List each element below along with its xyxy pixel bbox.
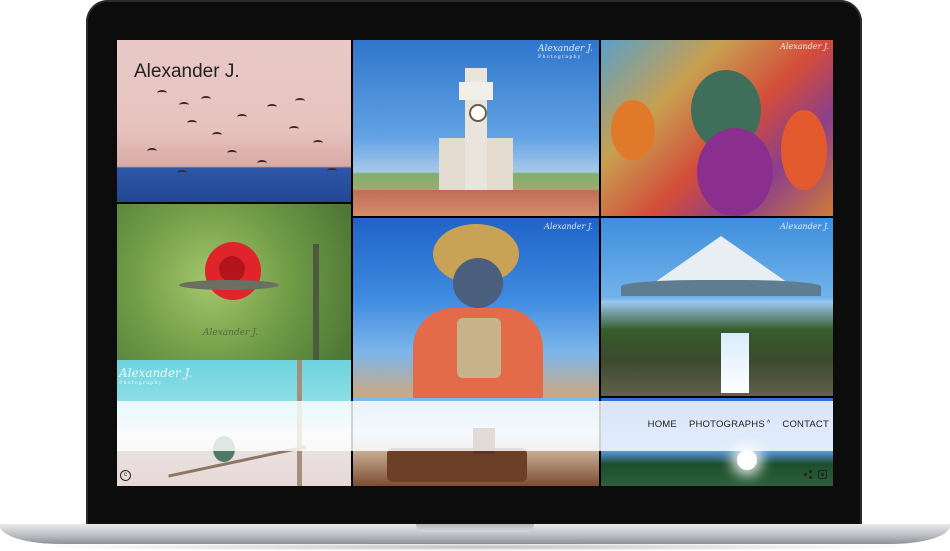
- instagram-icon[interactable]: [818, 470, 827, 479]
- main-nav: HOME PHOTOGRAPHS ^ CONTACT: [648, 419, 829, 430]
- photo-watermark: Alexander J. Photography: [119, 366, 193, 386]
- gallery-photo-osorno-volcano[interactable]: Alexander J.: [601, 218, 833, 396]
- photo-watermark: Alexander J.: [544, 222, 593, 231]
- nav-photographs[interactable]: PHOTOGRAPHS ^: [689, 419, 770, 430]
- site-title[interactable]: Alexander J.: [134, 61, 240, 83]
- gallery-photo-clock-tower[interactable]: Alexander J. Photography: [353, 40, 599, 216]
- gallery-photo-diablada-dancer[interactable]: Alexander J.: [353, 218, 599, 398]
- social-links: [804, 470, 827, 479]
- nav-contact[interactable]: CONTACT: [782, 419, 829, 430]
- laptop-shadow: [30, 543, 920, 551]
- photo-watermark: Alexander J.: [203, 328, 258, 338]
- share-icon[interactable]: [804, 470, 812, 479]
- navigation-bar: HOME PHOTOGRAPHS ^ CONTACT: [117, 401, 833, 451]
- chevron-up-icon: ^: [766, 420, 771, 427]
- gallery-photo-festival-mask[interactable]: Alexander J.: [601, 40, 833, 216]
- laptop-notch: [416, 524, 534, 532]
- clock-face: [469, 104, 487, 122]
- laptop-screen: Alexander J. Photography Alexander J. Ale…: [117, 40, 833, 486]
- photo-watermark: Alexander J.: [780, 222, 829, 231]
- photo-watermark: Alexander J. Photography: [538, 44, 593, 60]
- nav-home[interactable]: HOME: [648, 419, 677, 430]
- copyright-icon: c: [120, 470, 131, 481]
- nav-photographs-label: PHOTOGRAPHS: [688, 419, 765, 430]
- photo-watermark: Alexander J.: [780, 42, 829, 51]
